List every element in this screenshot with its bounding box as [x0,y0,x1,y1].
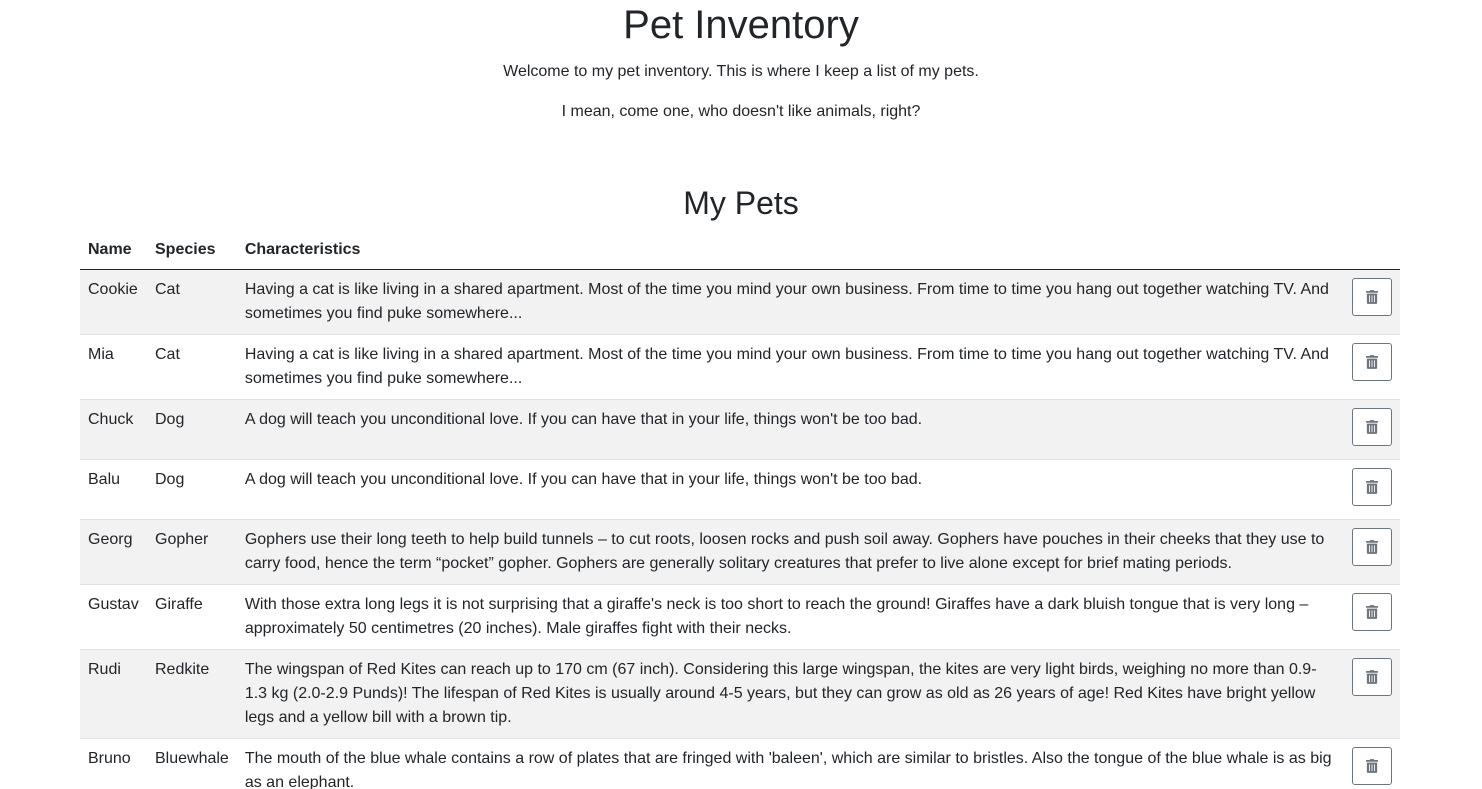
intro-text: Welcome to my pet inventory. This is whe… [503,63,979,80]
pet-characteristics: Gophers use their long teeth to help bui… [236,519,1344,585]
pet-name: Chuck [80,399,147,460]
trash-icon [1366,420,1378,434]
pet-name: Cookie [88,281,138,298]
pet-name: Rudi [80,649,147,739]
trash-icon [1366,670,1378,684]
pet-name: Gustav [80,584,147,650]
table-row: Georg Gopher Gophers use their long teet… [80,519,1400,585]
row-actions [1344,738,1400,789]
table-row: Mia Cat Having a cat is like living in a… [80,334,1400,400]
trash-icon [1366,290,1378,304]
table-row: Bruno Bluewhale The mouth of the blue wh… [80,738,1400,789]
trash-icon [1366,540,1378,554]
table-row: Gustav Giraffe With those extra long leg… [80,584,1400,650]
pet-species: Gopher [147,519,237,585]
pet-characteristics: With those extra long legs it is not sur… [236,584,1344,650]
pet-characteristics: Having a cat is like living in a shared … [244,281,1329,322]
row-actions [1344,519,1400,585]
pet-species: Cat [155,281,180,298]
hero-section: Pet Inventory Welcome to my pet inventor… [0,0,1482,124]
column-header-name: Name [80,231,147,270]
pet-species: Bluewhale [147,738,237,789]
row-actions [1344,649,1400,739]
quip-text: I mean, come one, who doesn't like anima… [561,103,921,120]
trash-icon [1366,355,1378,369]
trash-icon [1366,759,1378,773]
column-header-species: Species [147,231,237,270]
table-row: Rudi Redkite The wingspan of Red Kites c… [80,649,1400,739]
pet-name: Georg [80,519,147,585]
page: Pet Inventory Welcome to my pet inventor… [0,0,1482,789]
page-title: Pet Inventory [623,3,859,47]
pet-species: Dog [147,459,237,520]
delete-button[interactable] [1352,528,1392,566]
pet-species: Redkite [147,649,237,739]
row-actions [1344,584,1400,650]
pet-characteristics: The mouth of the blue whale contains a r… [236,738,1344,789]
delete-button[interactable] [1352,408,1392,446]
pet-characteristics: The wingspan of Red Kites can reach up t… [236,649,1344,739]
trash-icon [1366,480,1378,494]
pet-species: Cat [147,334,237,400]
delete-button[interactable] [1352,468,1392,506]
pet-characteristics: A dog will teach you unconditional love.… [236,399,1344,460]
pet-species: Giraffe [147,584,237,650]
pet-characteristics: A dog will teach you unconditional love.… [236,459,1344,520]
delete-button[interactable] [1352,593,1392,631]
row-actions [1344,270,1400,335]
delete-button[interactable] [1352,747,1392,785]
pet-characteristics: Having a cat is like living in a shared … [236,334,1344,400]
column-header-characteristics: Characteristics [236,231,1344,270]
section-title: My Pets [683,185,799,221]
table-row: Balu Dog A dog will teach you unconditio… [80,459,1400,520]
delete-button[interactable] [1352,658,1392,696]
pet-name: Balu [80,459,147,520]
row-actions [1344,334,1400,400]
trash-icon [1366,605,1378,619]
pets-table: Name Species Characteristics Cookie Cat … [80,231,1400,789]
table-row: Chuck Dog A dog will teach you unconditi… [80,399,1400,460]
pet-species: Dog [147,399,237,460]
delete-button[interactable] [1352,343,1392,381]
table-header-row: Name Species Characteristics [80,231,1400,270]
delete-button[interactable] [1352,278,1392,316]
pets-table-body: Cookie Cat Having a cat is like living i… [80,269,1400,789]
pet-name: Mia [80,334,147,400]
table-row: Cookie Cat Having a cat is like living i… [80,269,1400,335]
pet-name: Bruno [80,738,147,789]
column-header-actions [1344,231,1400,270]
row-actions [1344,399,1400,460]
row-actions [1344,459,1400,520]
